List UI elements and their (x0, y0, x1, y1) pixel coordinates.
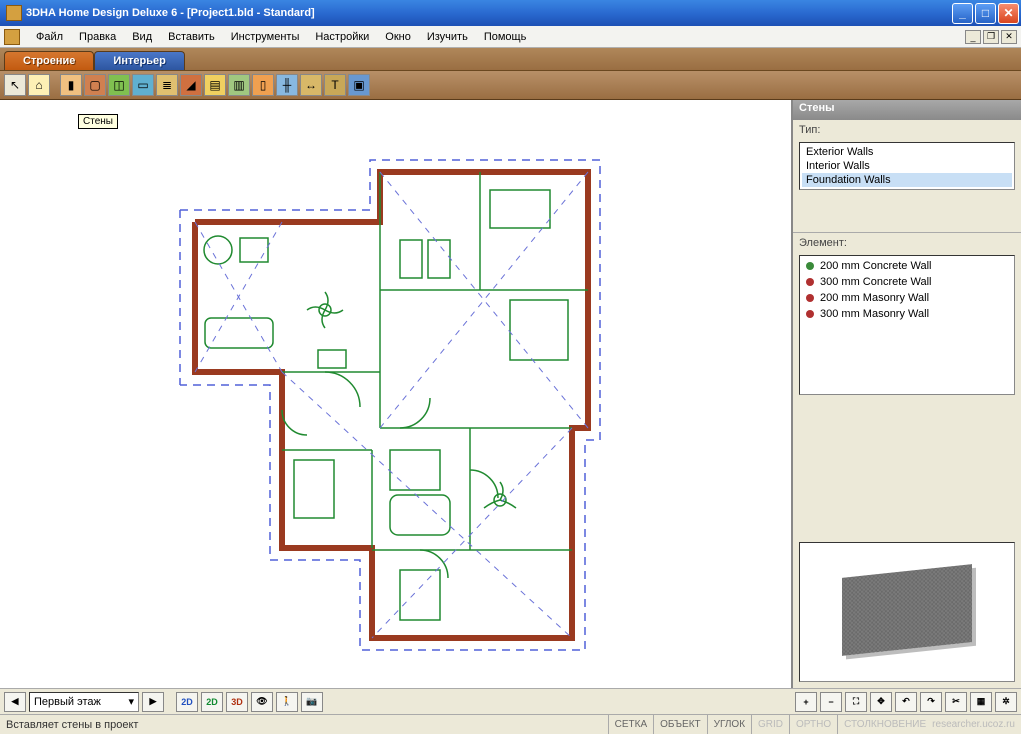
undo-icon[interactable]: ↶ (895, 692, 917, 712)
view-3d-button[interactable]: 3D (226, 692, 248, 712)
menu-learn[interactable]: Изучить (419, 29, 476, 45)
menu-bar: Файл Правка Вид Вставить Инструменты Нас… (0, 26, 1021, 48)
element-item[interactable]: 300 mm Masonry Wall (802, 306, 1012, 322)
element-list[interactable]: 200 mm Concrete Wall 300 mm Concrete Wal… (799, 255, 1015, 395)
drawing-canvas[interactable]: Стены (0, 100, 791, 688)
type-item-exterior[interactable]: Exterior Walls (802, 145, 1012, 159)
grid-icon[interactable]: ▦ (970, 692, 992, 712)
view-2d-shaded-button[interactable]: 2D (201, 692, 223, 712)
status-dot-icon (806, 294, 814, 302)
roof-tool-icon[interactable]: ◢ (180, 74, 202, 96)
tab-interior[interactable]: Интерьер (94, 51, 184, 70)
snap-icon[interactable]: ✲ (995, 692, 1017, 712)
view-walk-icon[interactable]: 🚶 (276, 692, 298, 712)
doc-icon (4, 29, 20, 45)
panel-header: Стены (793, 100, 1021, 120)
element-item-label: 300 mm Masonry Wall (820, 308, 929, 320)
view-toolbar: ◀ Первый этаж ▾ ▶ 2D 2D 3D 👁 🚶 📷 + − ⛶ ✥… (0, 688, 1021, 714)
dimension-tool-icon[interactable]: ↔ (300, 74, 322, 96)
ceiling-tool-icon[interactable]: ▤ (204, 74, 226, 96)
door-tool-icon[interactable]: ▢ (84, 74, 106, 96)
menu-window[interactable]: Окно (377, 29, 419, 45)
view-camera-icon[interactable]: 📷 (301, 692, 323, 712)
assistant-tool-icon[interactable]: ⌂ (28, 74, 50, 96)
text-tool-icon[interactable]: T (324, 74, 346, 96)
floor-tool-icon[interactable]: ▥ (228, 74, 250, 96)
floor-up-button[interactable]: ▶ (142, 692, 164, 712)
element-item-label: 200 mm Concrete Wall (820, 260, 931, 272)
status-dot-icon (806, 278, 814, 286)
maximize-button[interactable]: □ (975, 3, 996, 24)
floor-down-button[interactable]: ◀ (4, 692, 26, 712)
menu-help[interactable]: Помощь (476, 29, 535, 45)
status-dot-icon (806, 310, 814, 318)
title-bar: 3DHA Home Design Deluxe 6 - [Project1.bl… (0, 0, 1021, 26)
view-2d-button[interactable]: 2D (176, 692, 198, 712)
stair-tool-icon[interactable]: ≣ (156, 74, 178, 96)
element-item[interactable]: 200 mm Masonry Wall (802, 290, 1012, 306)
menu-file[interactable]: Файл (28, 29, 71, 45)
mode-tab-bar: Строение Интерьер (0, 48, 1021, 70)
wall-tool-icon[interactable]: ▮ (60, 74, 82, 96)
zoom-out-icon[interactable]: − (820, 692, 842, 712)
toolbar: ↖ ⌂ ▮ ▢ ◫ ▭ ≣ ◢ ▤ ▥ ▯ ╫ ↔ T ▣ (0, 70, 1021, 100)
close-button[interactable]: ✕ (998, 3, 1019, 24)
type-list[interactable]: Exterior Walls Interior Walls Foundation… (799, 142, 1015, 190)
cut-icon[interactable]: ✂ (945, 692, 967, 712)
app-icon (6, 5, 22, 21)
status-cell-object[interactable]: ОБЪЕКТ (653, 715, 707, 734)
minimize-button[interactable]: _ (952, 3, 973, 24)
zoom-in-icon[interactable]: + (795, 692, 817, 712)
tab-building[interactable]: Строение (4, 51, 94, 70)
status-dot-icon (806, 262, 814, 270)
status-cell-collide[interactable]: СТОЛКНОВЕНИЕ (837, 715, 932, 734)
status-message: Вставляет стены в проект (0, 719, 608, 731)
window-tool-icon[interactable]: ◫ (108, 74, 130, 96)
watermark: researcher.ucoz.ru (932, 719, 1021, 730)
element-label: Элемент: (793, 232, 1021, 253)
status-cell-grid2[interactable]: GRID (751, 715, 789, 734)
status-cell-grid[interactable]: СЕТКА (608, 715, 654, 734)
chevron-down-icon: ▾ (128, 695, 134, 708)
camera-tool-icon[interactable]: ▣ (348, 74, 370, 96)
opening-tool-icon[interactable]: ▭ (132, 74, 154, 96)
column-tool-icon[interactable]: ▯ (252, 74, 274, 96)
railing-tool-icon[interactable]: ╫ (276, 74, 298, 96)
status-bar: Вставляет стены в проект СЕТКА ОБЪЕКТ УГ… (0, 714, 1021, 734)
element-item[interactable]: 300 mm Concrete Wall (802, 274, 1012, 290)
menu-settings[interactable]: Настройки (307, 29, 377, 45)
element-item[interactable]: 200 mm Concrete Wall (802, 258, 1012, 274)
element-item-label: 200 mm Masonry Wall (820, 292, 929, 304)
type-label: Тип: (793, 120, 1021, 140)
pan-icon[interactable]: ✥ (870, 692, 892, 712)
main-area: Стены (0, 100, 1021, 688)
element-preview (799, 542, 1015, 682)
floorplan-drawing (170, 150, 610, 660)
status-cell-angle[interactable]: УГЛОК (707, 715, 751, 734)
type-item-foundation[interactable]: Foundation Walls (802, 173, 1012, 187)
mdi-minimize-button[interactable]: _ (965, 30, 981, 44)
type-item-interior[interactable]: Interior Walls (802, 159, 1012, 173)
redo-icon[interactable]: ↷ (920, 692, 942, 712)
floor-selector-value: Первый этаж (34, 696, 101, 708)
view-eye-icon[interactable]: 👁 (251, 692, 273, 712)
side-panel: Стены Тип: Exterior Walls Interior Walls… (791, 100, 1021, 688)
status-cell-ortho[interactable]: ОРТНО (789, 715, 837, 734)
menu-tools[interactable]: Инструменты (223, 29, 308, 45)
tooltip-walls: Стены (78, 114, 118, 129)
element-item-label: 300 mm Concrete Wall (820, 276, 931, 288)
menu-insert[interactable]: Вставить (160, 29, 223, 45)
menu-edit[interactable]: Правка (71, 29, 124, 45)
mdi-close-button[interactable]: ✕ (1001, 30, 1017, 44)
pointer-tool-icon[interactable]: ↖ (4, 74, 26, 96)
menu-view[interactable]: Вид (124, 29, 160, 45)
mdi-restore-button[interactable]: ❐ (983, 30, 999, 44)
window-title: 3DHA Home Design Deluxe 6 - [Project1.bl… (26, 7, 952, 19)
zoom-fit-icon[interactable]: ⛶ (845, 692, 867, 712)
floor-selector[interactable]: Первый этаж ▾ (29, 692, 139, 712)
